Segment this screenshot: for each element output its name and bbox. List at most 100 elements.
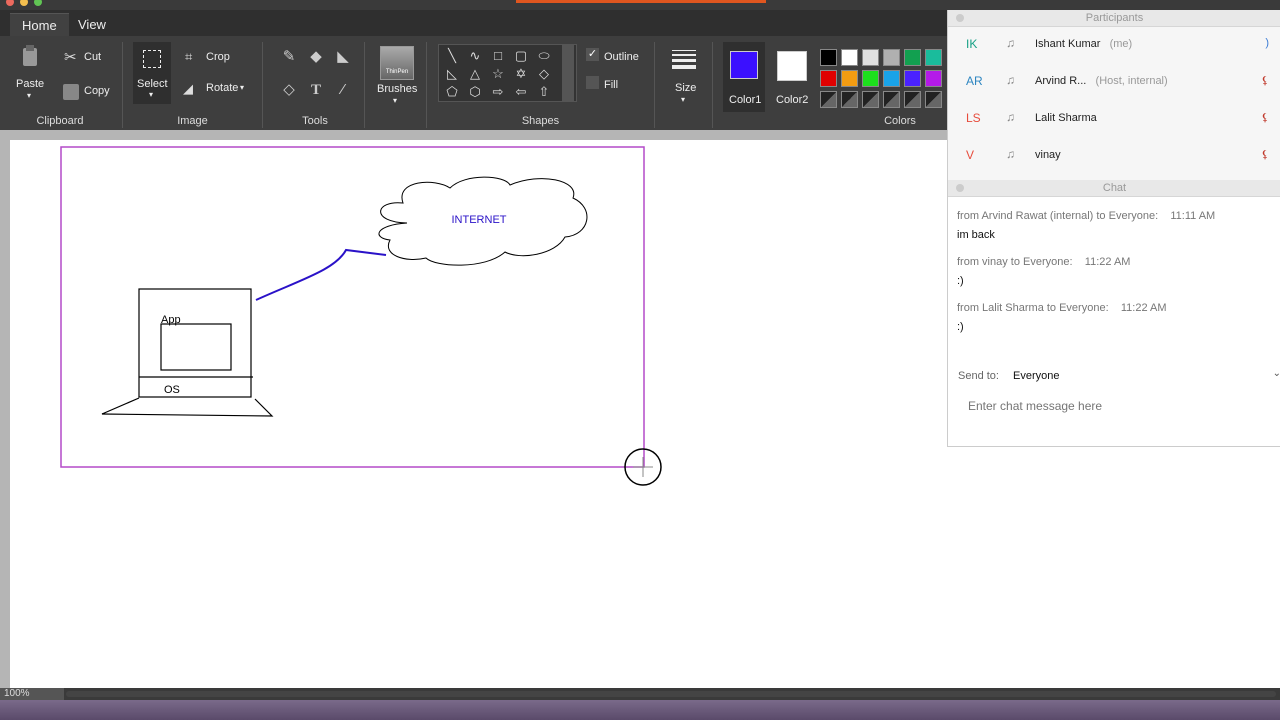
- custom-color-slot[interactable]: [841, 91, 858, 108]
- zoom-window-icon[interactable]: [34, 0, 42, 6]
- pencil-icon[interactable]: ✎: [278, 46, 300, 68]
- fill-checkbox[interactable]: [586, 76, 599, 89]
- size-icon[interactable]: [672, 50, 696, 69]
- outline-checkbox[interactable]: ✓: [586, 48, 599, 61]
- star-shape-icon[interactable]: ☆: [487, 65, 509, 83]
- ellipse-shape-icon[interactable]: ⬭: [533, 47, 555, 65]
- rotate-dropdown-icon[interactable]: ▾: [240, 83, 244, 92]
- zoom-level: 100%: [4, 688, 30, 699]
- close-panel-icon[interactable]: [956, 14, 964, 22]
- paste-icon[interactable]: [20, 44, 40, 68]
- paste-dropdown-icon[interactable]: ▾: [27, 91, 31, 100]
- palette-swatch[interactable]: [883, 70, 900, 87]
- zoom-field[interactable]: 100%: [0, 688, 64, 700]
- color2-label[interactable]: Color2: [776, 94, 808, 106]
- rotate-icon[interactable]: ◢: [183, 81, 193, 97]
- tab-view[interactable]: View: [66, 13, 118, 36]
- color1-button[interactable]: Color1: [723, 42, 765, 112]
- image-group-label: Image: [177, 115, 208, 127]
- close-chat-icon[interactable]: [956, 184, 964, 192]
- custom-color-slot[interactable]: [883, 91, 900, 108]
- color2-swatch[interactable]: [777, 51, 807, 81]
- participant-row[interactable]: AR ♫ Arvind R... (Host, internal) ⚸: [948, 64, 1280, 101]
- palette-swatch[interactable]: [841, 49, 858, 66]
- fill-label: Fill: [604, 79, 619, 91]
- star6-shape-icon[interactable]: ✡: [510, 65, 532, 83]
- laptop-base[interactable]: [101, 397, 274, 417]
- hexagon-shape-icon[interactable]: ⬡: [464, 83, 486, 101]
- app-window-box[interactable]: [160, 323, 232, 371]
- size-dropdown-icon[interactable]: ▾: [681, 95, 685, 104]
- diamond-shape-icon[interactable]: ◇: [533, 65, 555, 83]
- close-window-icon[interactable]: [6, 0, 14, 6]
- chat-message-text: im back: [957, 229, 995, 241]
- copy-icon[interactable]: [63, 84, 79, 100]
- brushes-dropdown-icon[interactable]: ▾: [393, 96, 397, 105]
- tab-home[interactable]: Home: [10, 13, 69, 37]
- right-triangle-shape-icon[interactable]: ◺: [441, 65, 463, 83]
- ribbon: Paste ▾ ✂ Cut Copy Clipboard Select ▾ ⌗ …: [0, 36, 950, 130]
- palette-swatch[interactable]: [904, 49, 921, 66]
- fill-icon[interactable]: ◇: [278, 79, 300, 101]
- palette-swatch[interactable]: [925, 49, 942, 66]
- palette-swatch[interactable]: [820, 70, 837, 87]
- send-to-dropdown[interactable]: Everyone: [1013, 370, 1059, 382]
- palette-swatch[interactable]: [820, 49, 837, 66]
- color-picker-icon[interactable]: ⁄: [332, 79, 354, 101]
- connection-line[interactable]: [255, 248, 387, 301]
- mic-muted-icon[interactable]: ⚸: [1261, 74, 1269, 87]
- custom-color-slot[interactable]: [820, 91, 837, 108]
- paint-bucket-icon[interactable]: ◣: [332, 46, 354, 68]
- chat-message-input[interactable]: [966, 398, 1270, 414]
- line-shape-icon[interactable]: ╲: [441, 47, 463, 65]
- curve-shape-icon[interactable]: ∿: [464, 47, 486, 65]
- participants-title: Participants: [948, 10, 1280, 27]
- os-label: OS: [164, 384, 180, 396]
- text-tool-icon[interactable]: T: [305, 79, 327, 101]
- custom-color-slot[interactable]: [862, 91, 879, 108]
- palette-swatch[interactable]: [862, 49, 879, 66]
- arrow-left-shape-icon[interactable]: ⇦: [510, 83, 532, 101]
- paste-button[interactable]: Paste: [16, 78, 44, 90]
- rounded-rectangle-shape-icon[interactable]: ▢: [510, 47, 532, 65]
- arrow-right-shape-icon[interactable]: ⇨: [487, 83, 509, 101]
- arrow-up-shape-icon[interactable]: ⇧: [533, 83, 555, 101]
- cut-button[interactable]: Cut: [84, 51, 101, 63]
- brushes-icon[interactable]: ThinPen: [380, 46, 414, 80]
- pentagon-shape-icon[interactable]: ⬠: [441, 83, 463, 101]
- participant-row[interactable]: IK ♫ Ishant Kumar (me)): [948, 27, 1280, 64]
- ribbon-divider: [426, 42, 427, 128]
- crop-button[interactable]: Crop: [206, 51, 230, 63]
- rotate-button[interactable]: Rotate: [206, 82, 238, 94]
- mic-muted-icon[interactable]: ): [1265, 37, 1269, 49]
- crop-icon[interactable]: ⌗: [185, 49, 192, 65]
- participant-row[interactable]: LS ♫ Lalit Sharma ⚸: [948, 101, 1280, 138]
- chat-panel: Chat from Arvind Rawat (internal) to Eve…: [947, 180, 1280, 447]
- custom-color-slot[interactable]: [925, 91, 942, 108]
- chevron-down-icon[interactable]: ⌄: [1273, 368, 1280, 379]
- triangle-shape-icon[interactable]: △: [464, 65, 486, 83]
- palette-swatch[interactable]: [862, 70, 879, 87]
- participant-avatar: V: [966, 148, 975, 162]
- rectangle-shape-icon[interactable]: □: [487, 47, 509, 65]
- mic-muted-icon[interactable]: ⚸: [1261, 111, 1269, 124]
- palette-swatch[interactable]: [883, 49, 900, 66]
- ribbon-divider: [712, 42, 713, 128]
- minimize-window-icon[interactable]: [20, 0, 28, 6]
- brushes-button[interactable]: Brushes: [377, 83, 417, 95]
- custom-color-slot[interactable]: [904, 91, 921, 108]
- copy-button[interactable]: Copy: [84, 85, 110, 97]
- laptop-screen[interactable]: [138, 288, 252, 398]
- horizontal-scrollbar[interactable]: [66, 691, 1276, 697]
- size-button[interactable]: Size: [675, 82, 696, 94]
- chat-message-header: from Lalit Sharma to Everyone: 11:22 AM: [957, 302, 1167, 314]
- palette-swatch[interactable]: [841, 70, 858, 87]
- shapes-scrollbar[interactable]: [562, 45, 574, 101]
- mic-muted-icon[interactable]: ⚸: [1261, 148, 1269, 161]
- cut-icon[interactable]: ✂: [64, 48, 77, 66]
- palette-swatch[interactable]: [904, 70, 921, 87]
- select-button[interactable]: Select ▾: [133, 42, 171, 104]
- palette-swatch[interactable]: [925, 70, 942, 87]
- participant-row[interactable]: V ♫ vinay ⚸: [948, 138, 1280, 175]
- eraser-icon[interactable]: ◆: [305, 46, 327, 68]
